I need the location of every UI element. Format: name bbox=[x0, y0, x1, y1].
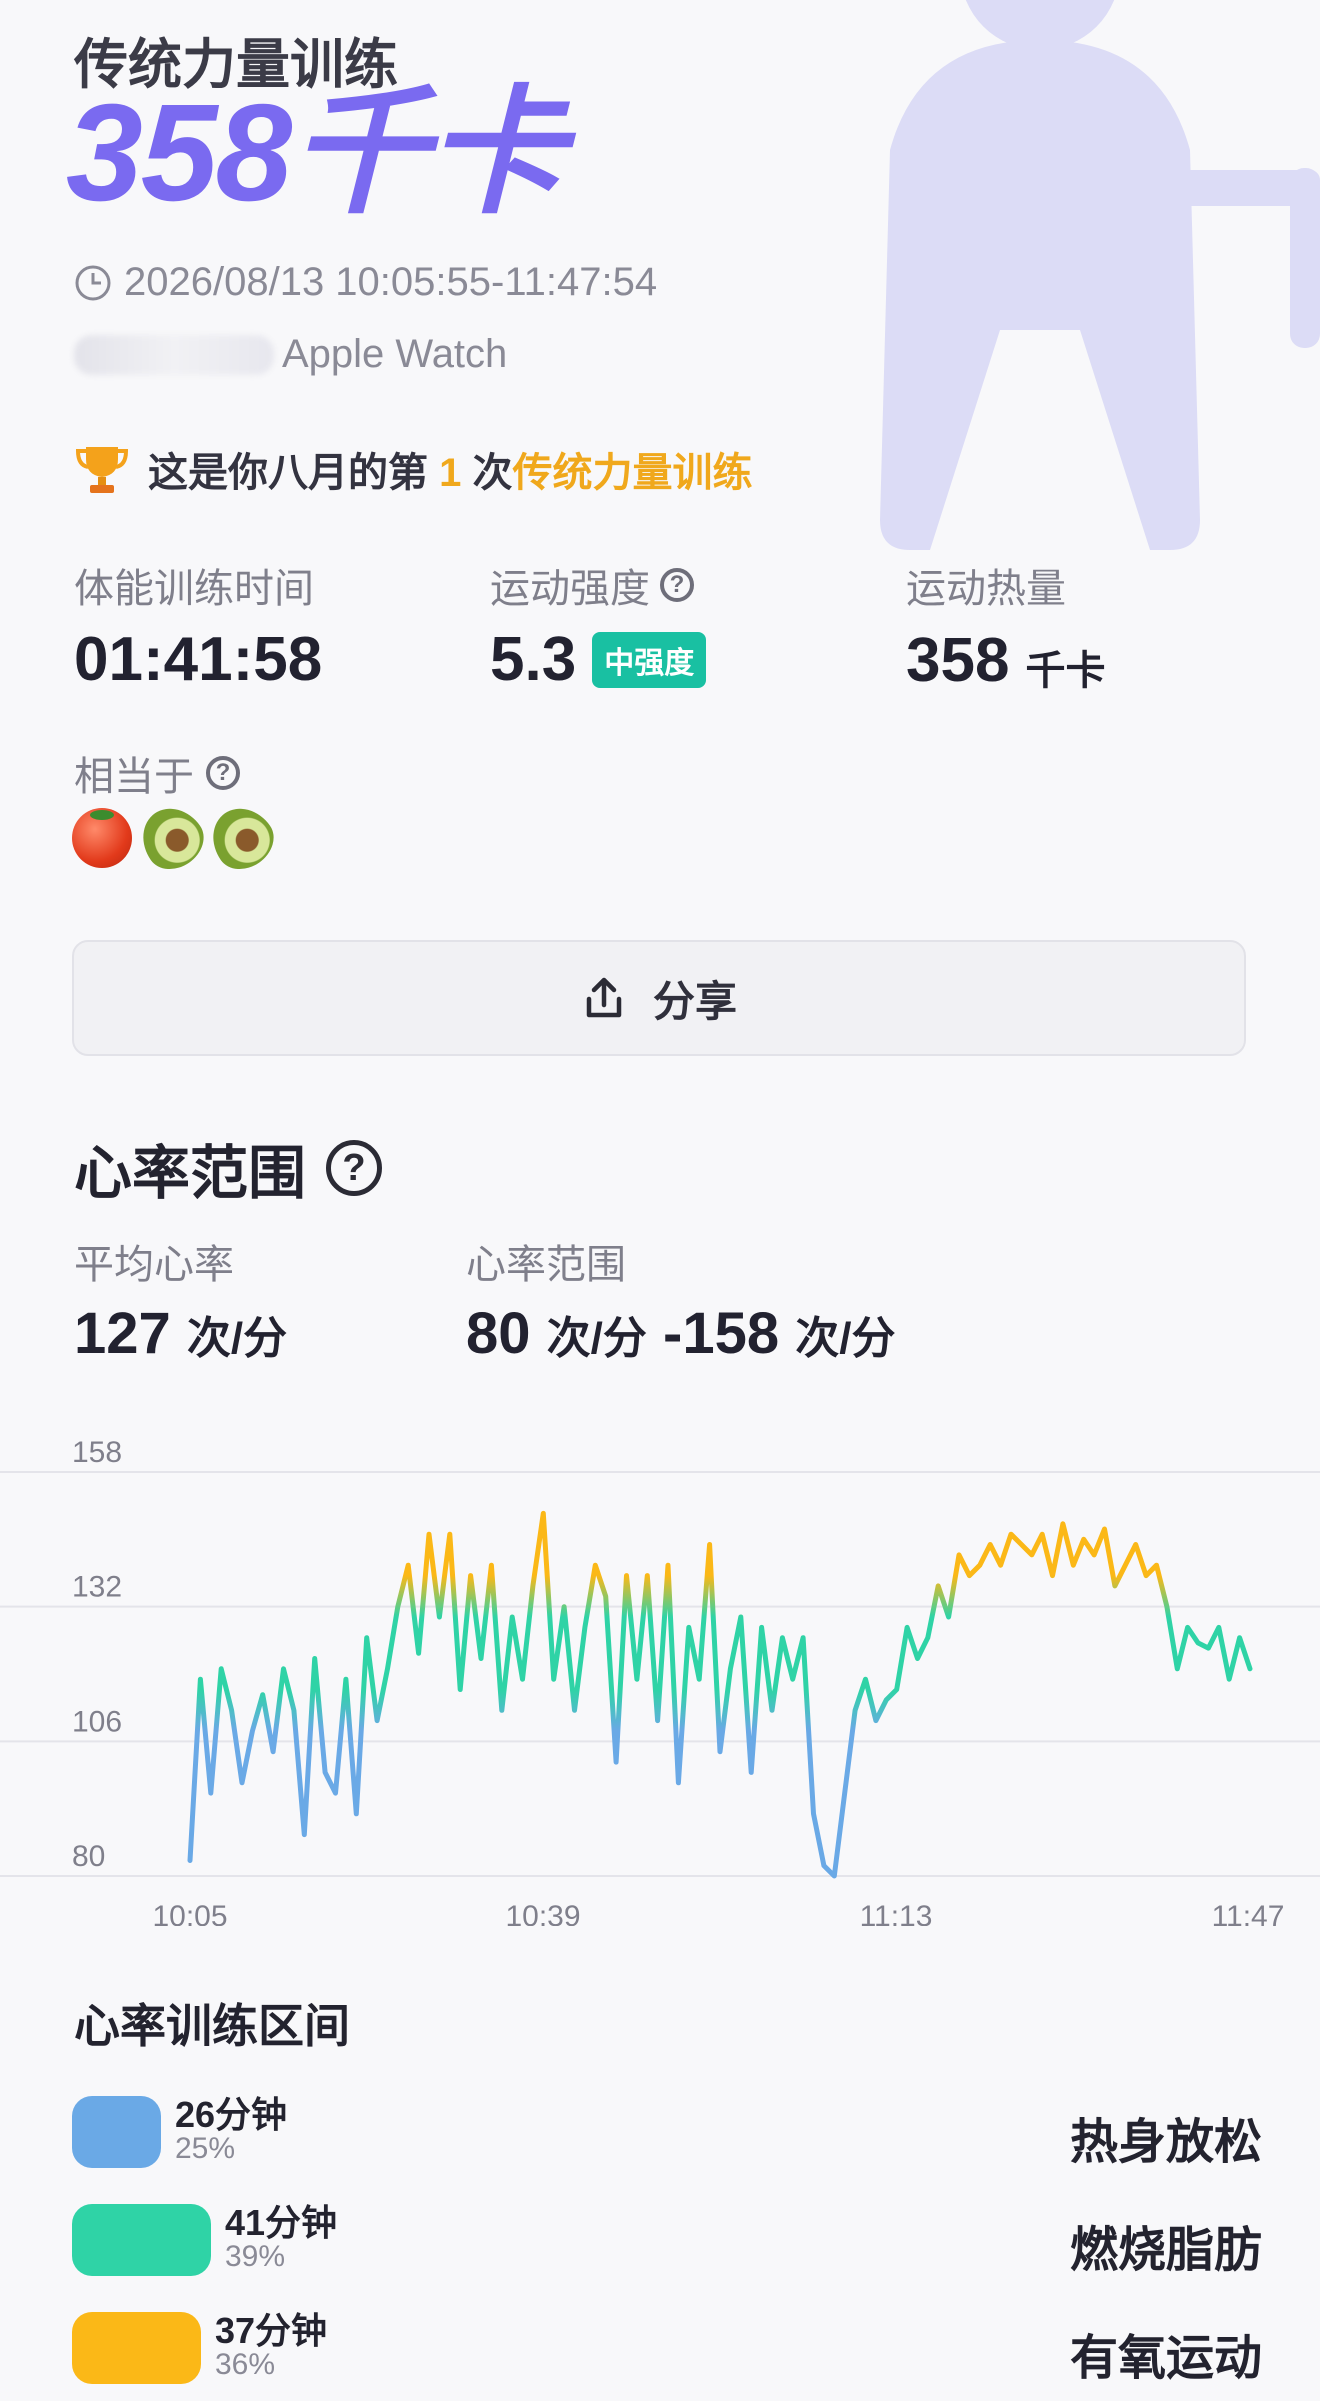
heart-rate-title: 心率范围 bbox=[74, 1141, 307, 1206]
zone-name: 热身放松 bbox=[1069, 2116, 1262, 2169]
zone-name: 燃烧脂肪 bbox=[1069, 2224, 1262, 2277]
x-tick-label: 10:39 bbox=[505, 1900, 580, 1926]
redacted-username bbox=[74, 334, 274, 375]
heart-rate-range-label: 心率范围 bbox=[466, 1243, 626, 1287]
food-equivalents bbox=[72, 796, 284, 880]
zone-percent: 36% bbox=[215, 2348, 276, 2381]
total-calories-hero: 358千卡 bbox=[66, 76, 564, 230]
zone-percent: 39% bbox=[225, 2240, 286, 2273]
zone-minutes: 26分钟 bbox=[175, 2094, 288, 2135]
tomato-icon bbox=[72, 808, 132, 868]
heart-rate-unit: 次/分 bbox=[795, 1314, 896, 1363]
intensity-badge: 中强度 bbox=[592, 631, 707, 688]
share-icon bbox=[586, 977, 622, 1018]
heart-rate-unit: 次/分 bbox=[546, 1314, 647, 1363]
calories-label: 运动热量 bbox=[906, 567, 1066, 611]
range-low-value: 80 bbox=[466, 1301, 531, 1366]
achievement-banner: 这是你八月的第 1 次传统力量训练 bbox=[74, 440, 753, 498]
duration-label: 体能训练时间 bbox=[74, 567, 314, 611]
avg-heart-rate-label: 平均心率 bbox=[74, 1243, 234, 1287]
avocado-icon bbox=[200, 796, 284, 880]
zone-row-aerobic: 37分钟 36% 有氧运动 bbox=[72, 2300, 1262, 2385]
avg-heart-rate-value: 127 bbox=[74, 1301, 171, 1366]
x-tick-label: 11:47 bbox=[1212, 1900, 1285, 1926]
zone-row-fatburn: 41分钟 39% 燃烧脂肪 bbox=[72, 2192, 1262, 2277]
range-dash: - bbox=[663, 1301, 683, 1366]
range-high-value: 158 bbox=[682, 1301, 780, 1366]
heart-rate-unit: 次/分 bbox=[186, 1314, 288, 1363]
calories-unit: 千卡 bbox=[1025, 649, 1106, 693]
avocado-icon bbox=[130, 796, 214, 880]
heart-rate-section-title: 心率范围 ? bbox=[74, 1126, 383, 1210]
device-name: Apple Watch bbox=[282, 332, 508, 376]
y-tick-label: 132 bbox=[72, 1571, 122, 1604]
share-button[interactable]: 分享 bbox=[72, 940, 1246, 1056]
zone-minutes: 37分钟 bbox=[215, 2310, 328, 2351]
x-tick-label: 10:05 bbox=[152, 1900, 227, 1926]
equivalent-row: 相当于 ? bbox=[74, 744, 240, 802]
achievement-count: 1 bbox=[439, 451, 462, 495]
time-row: 2026/08/13 10:05:55-11:47:54 bbox=[74, 260, 657, 305]
share-label: 分享 bbox=[652, 977, 737, 1025]
intensity-label: 运动强度 bbox=[490, 567, 650, 611]
device-row: Apple Watch bbox=[74, 332, 507, 377]
zone-name: 有氧运动 bbox=[1069, 2332, 1262, 2385]
trophy-icon bbox=[75, 447, 129, 493]
clock-icon bbox=[75, 265, 111, 300]
duration-value: 01:41:58 bbox=[74, 625, 323, 694]
zone-row-warmup: 26分钟 25% 热身放松 bbox=[72, 2084, 1262, 2169]
calories-stat: 运动热量 358 千卡 bbox=[906, 556, 1105, 696]
help-icon[interactable]: ? bbox=[206, 756, 240, 790]
equivalent-label: 相当于 bbox=[74, 755, 194, 799]
weightlifter-illustration bbox=[880, 0, 1320, 550]
y-tick-label: 80 bbox=[72, 1840, 105, 1873]
avg-heart-rate: 平均心率 127 次/分 bbox=[74, 1232, 287, 1367]
zone-minutes: 41分钟 bbox=[225, 2202, 338, 2243]
heart-rate-chart: 158 132 106 80 10:05 10:39 11:13 11:47 bbox=[0, 1436, 1320, 1926]
achievement-mid: 次 bbox=[472, 451, 513, 495]
y-tick-label: 106 bbox=[72, 1705, 122, 1738]
calories-value: 358 bbox=[906, 625, 1010, 695]
zones-title: 心率训练区间 bbox=[74, 2000, 350, 2052]
help-icon[interactable]: ? bbox=[326, 1140, 383, 1196]
zone-bar bbox=[72, 2096, 161, 2168]
achievement-prefix: 这是你八月的第 bbox=[148, 451, 428, 495]
zone-bar bbox=[72, 2312, 201, 2384]
intensity-value: 5.3 bbox=[490, 625, 577, 694]
y-tick-label: 158 bbox=[72, 1436, 122, 1469]
duration-stat: 体能训练时间 01:41:58 bbox=[74, 556, 322, 695]
workout-time-range: 2026/08/13 10:05:55-11:47:54 bbox=[124, 260, 658, 304]
intensity-stat: 运动强度 ? 5.3 中强度 bbox=[490, 556, 707, 695]
zone-percent: 25% bbox=[175, 2132, 236, 2165]
zone-bar bbox=[72, 2204, 211, 2276]
help-icon[interactable]: ? bbox=[660, 568, 694, 602]
heart-rate-range: 心率范围 80 次/分 -158 次/分 bbox=[466, 1232, 895, 1367]
heart-rate-series-line bbox=[187, 1510, 1253, 1879]
x-tick-label: 11:13 bbox=[860, 1900, 933, 1926]
achievement-activity: 传统力量训练 bbox=[512, 451, 753, 495]
